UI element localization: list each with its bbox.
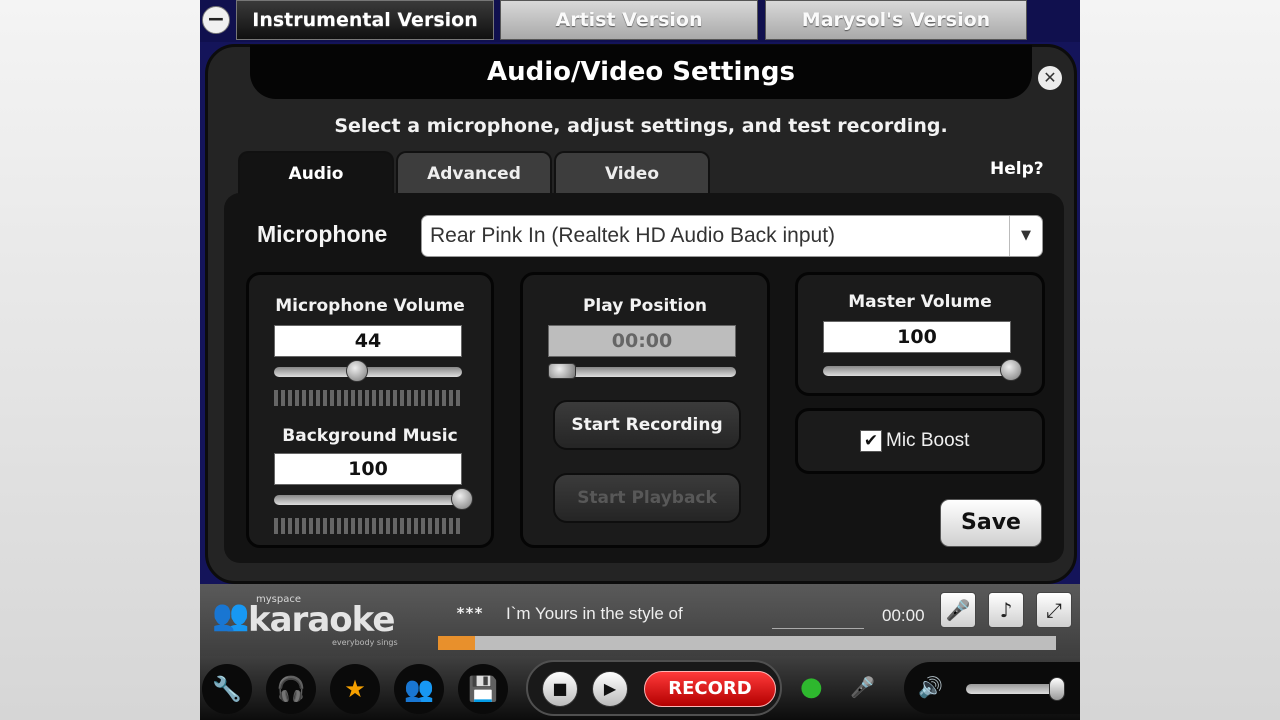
mic-icon[interactable]: 🎤 (850, 672, 875, 702)
transport-controls: ■ ▶ RECORD (526, 660, 782, 716)
version-tabs: − Instrumental Version Artist Version Ma… (200, 0, 1080, 42)
microphone-selected-value: Rear Pink In (Realtek HD Audio Back inpu… (430, 224, 836, 247)
volume-slider-thumb[interactable] (1049, 677, 1066, 701)
song-divider (772, 628, 864, 629)
myspace-karaoke-logo: 👥 myspace karaoke everybody sings (200, 584, 408, 652)
playback-panel: Play Position 00:00 Start Recording Star… (520, 272, 770, 548)
bottom-toolbar: 🔧 🎧 ★ 👥 💾 ■ ▶ RECORD ● 🎤 🔊 (200, 656, 1080, 720)
slider-thumb[interactable] (345, 360, 368, 382)
slider-thumb[interactable] (451, 488, 473, 510)
mic-boost-checkbox[interactable]: ✔ (860, 430, 882, 452)
microphone-select[interactable]: Rear Pink In (Realtek HD Audio Back inpu… (421, 215, 1043, 257)
tab-instrumental-version[interactable]: Instrumental Version (236, 0, 494, 40)
save-disk-icon[interactable]: 💾 (458, 664, 508, 714)
group-icon[interactable]: 👥 (394, 664, 444, 714)
volume-control: 🔊 (904, 662, 1080, 714)
master-volume-value[interactable]: 100 (823, 321, 1011, 353)
background-music-slider[interactable] (274, 488, 473, 510)
player-bar: 👥 myspace karaoke everybody sings *** I`… (200, 584, 1080, 720)
play-icon[interactable]: ▶ (592, 671, 628, 707)
microphone-icon[interactable]: 🎤 (940, 592, 976, 628)
background-music-label: Background Music (282, 426, 458, 446)
star-icon[interactable]: ★ (330, 664, 380, 714)
microphone-level-meter (274, 390, 462, 406)
tab-marysols-version[interactable]: Marysol's Version (765, 0, 1027, 40)
microphone-volume-value[interactable]: 44 (274, 325, 462, 357)
play-position-label: Play Position (582, 296, 708, 316)
song-progress-bar[interactable] (438, 636, 1056, 650)
song-progress-fill (438, 636, 476, 650)
tab-audio[interactable]: Audio (238, 151, 394, 197)
minus-circle-icon[interactable]: − (202, 6, 230, 34)
dialog-subtitle: Select a microphone, adjust settings, an… (334, 115, 948, 137)
fullscreen-icon[interactable]: ⤢ (1036, 592, 1072, 628)
background-music-level-meter (274, 518, 462, 534)
microphone-label: Microphone (257, 221, 388, 247)
volume-panel: Microphone Volume 44 Background Music 10… (246, 272, 494, 548)
headset-icon[interactable]: 🎧 (266, 664, 316, 714)
karaoke-app: − Instrumental Version Artist Version Ma… (200, 0, 1080, 720)
stop-icon[interactable]: ■ (542, 671, 578, 707)
master-volume-label: Master Volume (848, 292, 992, 312)
chevron-down-icon[interactable]: ▼ (1009, 216, 1042, 256)
play-position-value: 00:00 (548, 325, 736, 357)
record-button[interactable]: RECORD (644, 671, 776, 707)
help-link[interactable]: Help? (990, 159, 1044, 179)
start-recording-button[interactable]: Start Recording (553, 400, 741, 450)
audio-video-settings-dialog: Audio/Video Settings ✕ Select a micropho… (205, 44, 1077, 584)
play-position-slider[interactable] (548, 363, 736, 379)
dialog-title: Audio/Video Settings (250, 45, 1032, 99)
tab-artist-version[interactable]: Artist Version (500, 0, 758, 40)
logo-text: karaoke (248, 600, 395, 640)
master-volume-panel: Master Volume 100 (795, 272, 1045, 396)
close-icon[interactable]: ✕ (1038, 66, 1062, 90)
song-rating: *** (456, 604, 484, 622)
mic-boost-panel: ✔ Mic Boost (795, 408, 1045, 474)
microphone-volume-label: Microphone Volume (275, 296, 465, 316)
mic-boost-label: Mic Boost (886, 430, 970, 451)
tab-video[interactable]: Video (554, 151, 710, 195)
master-volume-slider[interactable] (823, 359, 1022, 381)
slider-thumb[interactable] (1000, 359, 1022, 381)
wrench-icon[interactable]: 🔧 (202, 664, 252, 714)
song-time: 00:00 (882, 606, 925, 625)
background-music-value[interactable]: 100 (274, 453, 462, 485)
volume-slider[interactable] (966, 677, 1066, 701)
start-playback-button: Start Playback (553, 473, 741, 523)
music-note-icon[interactable]: ♪ (988, 592, 1024, 628)
slider-thumb[interactable] (548, 363, 576, 379)
song-title: I`m Yours in the style of (506, 604, 683, 623)
save-button[interactable]: Save (940, 499, 1042, 547)
webcam-icon[interactable]: ● (800, 672, 823, 702)
microphone-volume-slider[interactable] (274, 360, 462, 382)
speaker-icon[interactable]: 🔊 (918, 672, 943, 702)
group-logo-icon: 👥 (212, 598, 250, 633)
logo-tagline: everybody sings (332, 638, 398, 647)
tab-advanced[interactable]: Advanced (396, 151, 552, 195)
